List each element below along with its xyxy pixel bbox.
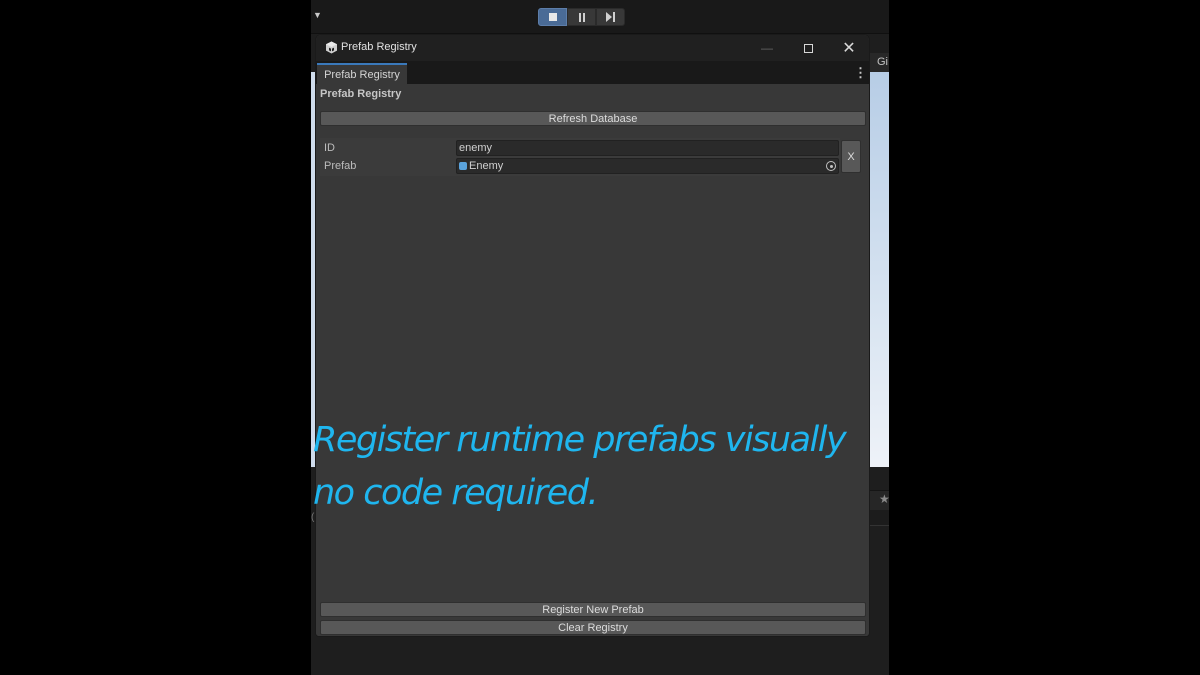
step-icon — [606, 12, 615, 22]
game-view — [869, 72, 889, 467]
refresh-database-button[interactable]: Refresh Database — [320, 111, 866, 126]
prefab-registry-window: Prefab Registry — ✕ Prefab Registry ⋮ Pr… — [315, 34, 870, 637]
editor-toolbar: ▼ — [311, 0, 889, 34]
window-title: Prefab Registry — [341, 41, 417, 53]
kebab-menu-icon[interactable]: ⋮ — [854, 65, 867, 81]
prefab-field-value: Enemy — [469, 160, 504, 172]
screenshot-stage: ▼ Gi ★ ( Prefab Registry — ✕ Prefab Regi… — [0, 0, 1200, 675]
register-new-prefab-button[interactable]: Register New Prefab — [320, 602, 866, 617]
stop-button[interactable] — [538, 8, 567, 26]
close-button[interactable]: ✕ — [829, 35, 869, 61]
tagline-line-2: no code required. — [313, 473, 599, 513]
object-picker-icon[interactable] — [826, 161, 836, 171]
window-tab-bar: Prefab Registry ⋮ — [316, 61, 869, 84]
prefab-object-field[interactable]: Enemy — [456, 158, 839, 174]
panel-heading: Prefab Registry — [320, 88, 402, 100]
id-label: ID — [324, 142, 335, 154]
tagline-line-1: Register runtime prefabs visually — [313, 420, 847, 460]
clear-registry-button[interactable]: Clear Registry — [320, 620, 866, 635]
maximize-button[interactable] — [788, 35, 828, 61]
pause-button[interactable] — [567, 8, 596, 26]
prefab-cubes-icon — [326, 41, 337, 54]
pause-icon — [578, 12, 585, 22]
registry-entry: ID enemy Prefab Enemy — [320, 138, 840, 176]
minimize-icon: — — [761, 41, 773, 55]
id-field[interactable]: enemy — [456, 140, 839, 156]
stop-icon — [548, 13, 557, 21]
lower-panel-header — [869, 510, 889, 526]
caret-down-icon[interactable]: ▼ — [313, 10, 322, 20]
window-titlebar[interactable]: Prefab Registry — ✕ — [316, 35, 869, 61]
game-tab-label[interactable]: Gi — [877, 56, 888, 68]
prefab-cube-icon — [459, 162, 467, 170]
maximize-icon — [803, 43, 813, 53]
minimize-button[interactable]: — — [747, 35, 787, 61]
prefab-label: Prefab — [324, 160, 357, 172]
star-icon[interactable]: ★ — [879, 492, 889, 506]
promo-tagline: Register runtime prefabs visually no cod… — [313, 414, 847, 520]
close-icon: ✕ — [842, 40, 856, 57]
tab-prefab-registry[interactable]: Prefab Registry — [317, 63, 407, 84]
remove-entry-button[interactable]: X — [841, 140, 861, 173]
step-button[interactable] — [596, 8, 625, 26]
registry-panel: Prefab Registry Refresh Database ID enem… — [316, 84, 869, 636]
